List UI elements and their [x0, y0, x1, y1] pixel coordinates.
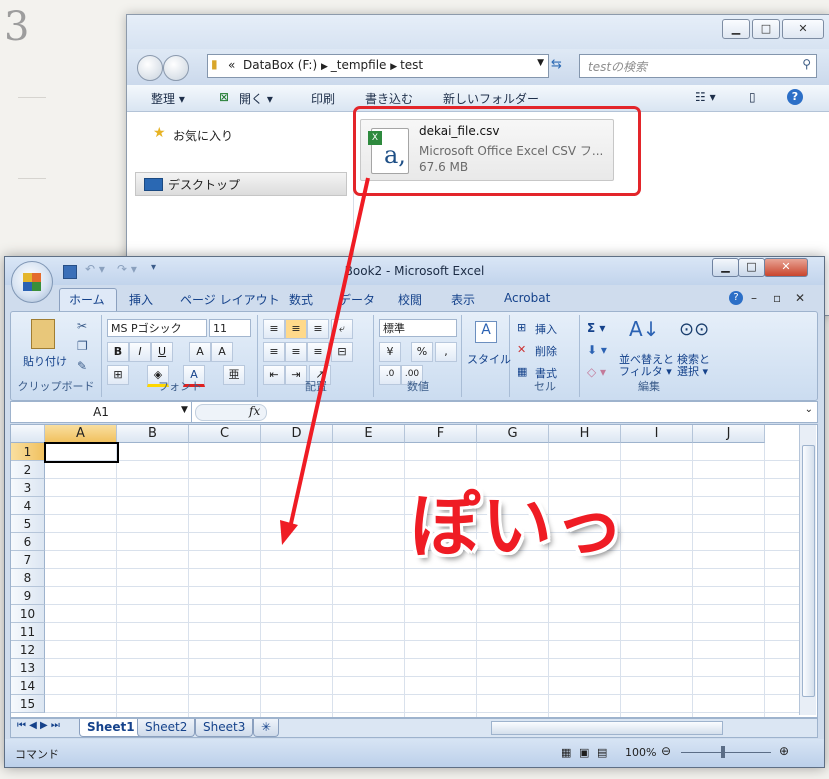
overlay-caption: ぽいっ [410, 485, 626, 567]
arrow-line [288, 177, 370, 529]
drag-arrow [280, 177, 370, 545]
arrow-head [280, 520, 298, 545]
